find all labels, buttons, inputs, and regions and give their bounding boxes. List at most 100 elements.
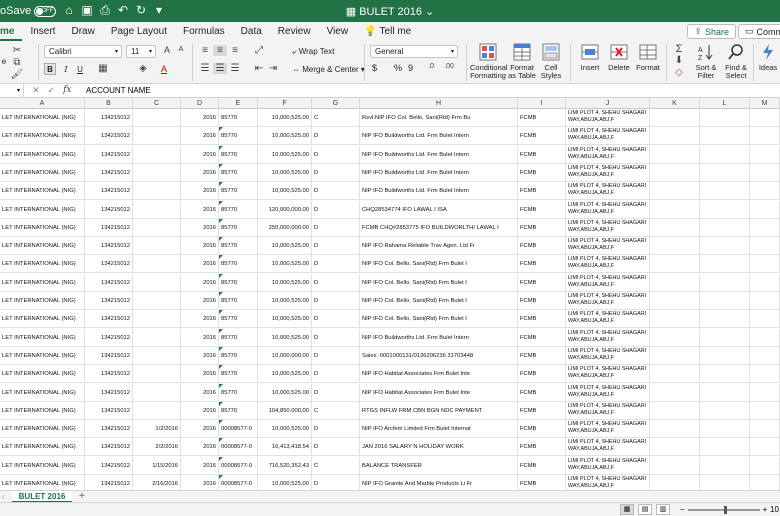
cell-d[interactable]: 2016: [181, 182, 219, 200]
cell-c[interactable]: [133, 146, 181, 164]
cell-i[interactable]: FCMB: [518, 164, 566, 182]
cell-h[interactable]: NIP IFO Buildworths Ltd. Frm Bulet Inter…: [360, 164, 518, 182]
cell-a[interactable]: LET INTERNATIONAL (NIG): [0, 365, 85, 383]
cell-e[interactable]: 85770: [219, 164, 258, 182]
cell-j[interactable]: LIMI PLOT 4, SHEHU SHAGARI WAY,ABUJA,ABJ…: [566, 384, 650, 402]
cell-k[interactable]: [650, 402, 700, 420]
cell-k[interactable]: [650, 310, 700, 328]
cell-f[interactable]: 10,000,525.00: [258, 384, 312, 402]
cell-b[interactable]: 134215012: [85, 384, 133, 402]
cell-e[interactable]: 85770: [219, 109, 258, 127]
cell-g[interactable]: D: [312, 255, 360, 273]
cell-a[interactable]: LET INTERNATIONAL (NIG): [0, 310, 85, 328]
merge-center-button[interactable]: ⇔ Merge & Center ▾: [292, 65, 365, 74]
cell-b[interactable]: 134215012: [85, 347, 133, 365]
cell-a[interactable]: LET INTERNATIONAL (NIG): [0, 255, 85, 273]
cell-g[interactable]: D: [312, 384, 360, 402]
cell-h[interactable]: NIP IFO Col. Bello, Sani(Rtd) Frm Bulet …: [360, 255, 518, 273]
tab-draw[interactable]: Draw: [63, 22, 102, 41]
cell-h[interactable]: JAN 2016 SALARY N HOLIDAY WORK: [360, 438, 518, 456]
format-as-table-button[interactable]: Format as Table: [508, 43, 536, 80]
cell-i[interactable]: FCMB: [518, 182, 566, 200]
zoom-in-icon[interactable]: +: [763, 505, 768, 514]
cell-j[interactable]: LIMI PLOT 4, SHEHU SHAGARI WAY,ABUJA,ABJ…: [566, 365, 650, 383]
copy-icon[interactable]: ⧉: [10, 57, 24, 68]
tab-home[interactable]: me: [0, 22, 23, 41]
cell-m[interactable]: [750, 475, 780, 490]
cell-d[interactable]: 2016: [181, 219, 219, 237]
cell-m[interactable]: [750, 146, 780, 164]
cell-c[interactable]: [133, 310, 181, 328]
cell-i[interactable]: FCMB: [518, 438, 566, 456]
cell-e[interactable]: 85770: [219, 347, 258, 365]
cell-h[interactable]: NIP IFO Col. Bello, Sani(Rtd) Frm Bulet …: [360, 292, 518, 310]
cell-m[interactable]: [750, 329, 780, 347]
cell-f[interactable]: 104,850,000.00: [258, 402, 312, 420]
cell-l[interactable]: [700, 475, 750, 490]
cell-g[interactable]: C: [312, 402, 360, 420]
cell-k[interactable]: [650, 146, 700, 164]
shrink-font-button[interactable]: A: [174, 46, 188, 53]
cell-g[interactable]: C: [312, 109, 360, 127]
cell-e[interactable]: 00008577-0: [219, 475, 258, 490]
cell-b[interactable]: 134215012: [85, 164, 133, 182]
cell-c[interactable]: [133, 329, 181, 347]
cell-c[interactable]: [133, 255, 181, 273]
tab-formulas[interactable]: Formulas: [175, 22, 233, 41]
cell-b[interactable]: 134215012: [85, 274, 133, 292]
cell-d[interactable]: 2016: [181, 109, 219, 127]
cell-k[interactable]: [650, 164, 700, 182]
name-box[interactable]: ▾: [0, 84, 24, 98]
cell-a[interactable]: LET INTERNATIONAL (NIG): [0, 201, 85, 219]
cell-f[interactable]: 250,000,000.00: [258, 219, 312, 237]
font-name-select[interactable]: Calibri ▾: [44, 45, 122, 58]
cell-g[interactable]: D: [312, 347, 360, 365]
cell-e[interactable]: 85770: [219, 255, 258, 273]
cell-i[interactable]: FCMB: [518, 384, 566, 402]
tab-insert[interactable]: Insert: [22, 22, 63, 41]
cell-a[interactable]: LET INTERNATIONAL (NIG): [0, 384, 85, 402]
cell-j[interactable]: LIMI PLOT 4, SHEHU SHAGARI WAY,ABUJA,ABJ…: [566, 310, 650, 328]
cell-l[interactable]: [700, 109, 750, 127]
cell-i[interactable]: FCMB: [518, 127, 566, 145]
cell-h[interactable]: NIP IFO Buildworths Ltd. Frm Bulet Inter…: [360, 127, 518, 145]
cell-g[interactable]: D: [312, 420, 360, 438]
ideas-button[interactable]: Ideas: [756, 43, 780, 72]
cell-d[interactable]: 2016: [181, 237, 219, 255]
cell-i[interactable]: FCMB: [518, 219, 566, 237]
cell-a[interactable]: LET INTERNATIONAL (NIG): [0, 329, 85, 347]
decrease-decimal-icon[interactable]: .00: [442, 63, 456, 70]
cell-g[interactable]: D: [312, 292, 360, 310]
cell-styles-button[interactable]: Cell Styles: [538, 43, 564, 80]
cell-m[interactable]: [750, 127, 780, 145]
align-middle-icon[interactable]: ≡: [213, 45, 227, 56]
cell-f[interactable]: 10,000,525.00: [258, 329, 312, 347]
cell-f[interactable]: 10,000,525.00: [258, 164, 312, 182]
cell-h[interactable]: Rsvl:NIP IFO Col. Bello, Sani(Rtd) Frm B…: [360, 109, 518, 127]
cell-k[interactable]: [650, 274, 700, 292]
cell-i[interactable]: FCMB: [518, 420, 566, 438]
grow-font-button[interactable]: A: [160, 45, 174, 55]
cell-c[interactable]: 1/15/2016: [133, 457, 181, 475]
cell-k[interactable]: [650, 255, 700, 273]
cell-d[interactable]: 2016: [181, 457, 219, 475]
fill-color-icon[interactable]: ◈: [136, 63, 150, 74]
cell-h[interactable]: NIP IFO Buildworths Ltd. Frm Bulet Inter…: [360, 329, 518, 347]
cell-c[interactable]: [133, 219, 181, 237]
column-header-a[interactable]: A: [0, 98, 85, 109]
cell-d[interactable]: 2016: [181, 402, 219, 420]
cell-b[interactable]: 134215012: [85, 237, 133, 255]
cell-i[interactable]: FCMB: [518, 146, 566, 164]
wrap-text-button[interactable]: ⤶ Wrap Text: [292, 47, 334, 57]
cell-g[interactable]: D: [312, 182, 360, 200]
cell-j[interactable]: LIMI PLOT 4, SHEHU SHAGARI WAY,ABUJA,ABJ…: [566, 127, 650, 145]
cell-f[interactable]: 120,000,000.00: [258, 201, 312, 219]
normal-view-icon[interactable]: ▦: [620, 504, 634, 515]
cell-j[interactable]: LIMI PLOT 4, SHEHU SHAGARI WAY,ABUJA,ABJ…: [566, 164, 650, 182]
cell-k[interactable]: [650, 182, 700, 200]
fill-icon[interactable]: ⬇: [672, 55, 686, 66]
cell-m[interactable]: [750, 365, 780, 383]
cell-j[interactable]: LIMI PLOT 4, SHEHU SHAGARI WAY,ABUJA,ABJ…: [566, 457, 650, 475]
sheet-nav-icon[interactable]: ‹: [2, 492, 5, 501]
cell-j[interactable]: LIMI PLOT 4, SHEHU SHAGARI WAY,ABUJA,ABJ…: [566, 255, 650, 273]
